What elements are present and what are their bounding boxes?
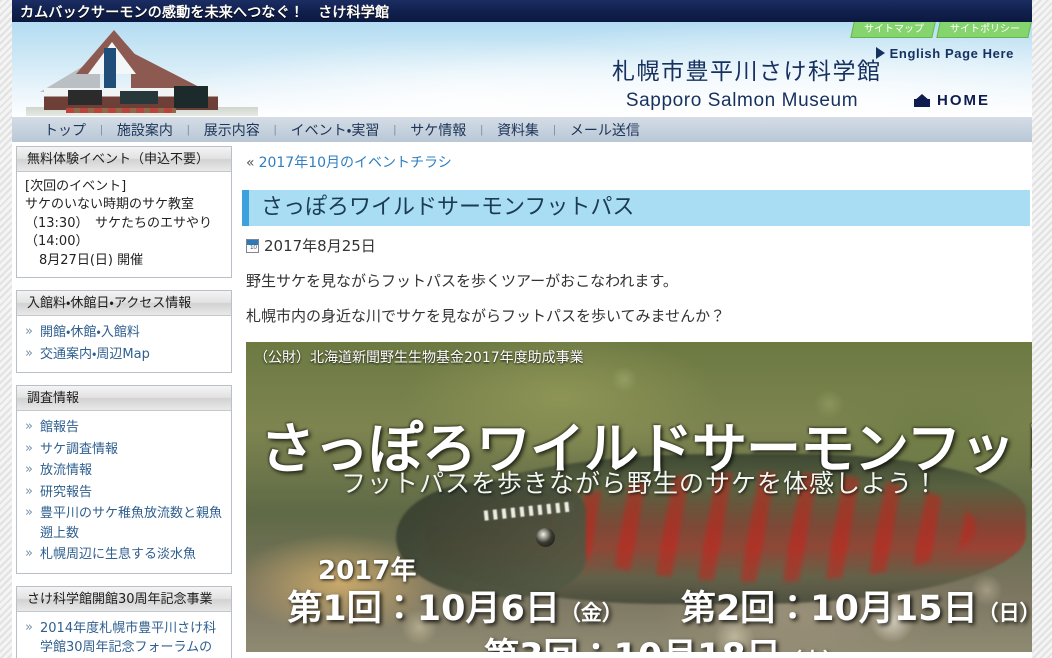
poster-session-2: 第2回：10月15日（日） [681,580,1032,631]
poster-session-3-dow: （水） [781,649,844,652]
poster-session-1-dow: （金） [559,601,623,625]
building-window-3 [174,86,208,108]
event-line: （13:30） サケたちのエサやり [25,215,212,231]
poster-session-1: 第1回：10月6日（金） [287,580,622,631]
english-page-link[interactable]: English Page Here [875,46,1014,61]
nav-item-exhibits[interactable]: 展示内容 [190,120,274,140]
sidebar-box-title: さけ科学館開館30周年記念事業 [17,586,231,612]
event-line: [次回のイベント] [25,179,127,194]
global-navigation: トップ | 施設案内 | 展示内容 | イベント・実習 | サケ情報 | 資料集… [12,116,1032,142]
nav-item-top[interactable]: トップ [30,120,100,140]
nav-item-mail[interactable]: メール送信 [556,120,654,140]
event-line: （14:00） [25,234,89,250]
poster-dates-row-1: 第1回：10月6日（金） 第2回：10月15日（日） [287,580,1032,631]
article-paragraph: 野生サケを見ながらフットパスを歩くツアーがおこなわれます。 [246,272,678,290]
breadcrumb[interactable]: «2017年10月のイベントチラシ [240,148,1032,172]
building-window-1 [68,90,102,105]
event-poster-image[interactable]: （公財）北海道新聞野生生物基金2017年度助成事業 さっぽろワイルドサーモンフッ… [246,342,1032,652]
page-body: 無料体験イベント（申込不要） [次回のイベント] サケのいない時期のサケ教室 （… [12,142,1032,658]
triangle-right-icon [875,47,885,59]
poster-session-3-label: 第3回：10月18日 [484,637,781,652]
chevron-left-icon: « [246,155,255,171]
sidebar-box-body: [次回のイベント] サケのいない時期のサケ教室 （13:30） サケたちのエサや… [17,172,231,277]
building-flowerbed [66,108,176,113]
sidebar-box-admission: 入館料・休館日・アクセス情報 開館・休館・入館料 交通案内・周辺Map [16,290,232,374]
sidebar-item-release-info[interactable]: 放流情報 [25,460,223,482]
salmon-eye [536,528,555,547]
poster-dates-row-2: 第3回：10月18日（水） [304,628,1024,652]
sidebar-item-access-map[interactable]: 交通案内・周辺Map [25,344,223,366]
sidebar-item-forum-2014[interactable]: 2014年度札幌市豊平川さけ科学館30周年記念フォーラムの実施 [25,618,223,658]
top-catchphrase-bar: カムバックサーモンの感動を未来へつなぐ！ さけ科学館 [12,0,1032,22]
site-title-en: Sapporo Salmon Museum [625,90,859,111]
sidebar-box-title: 入館料・休館日・アクセス情報 [17,291,231,317]
page-title: さっぽろワイルドサーモンフットパス [242,190,1030,226]
sidebar-box-title: 調査情報 [17,386,231,412]
catchphrase-text: カムバックサーモンの感動を未来へつなぐ！ さけ科学館 [20,4,390,20]
article-date-label: 2017年8月25日 [264,237,376,255]
building-window-2 [120,91,158,104]
article-date: 10 2017年8月25日 [246,235,1032,256]
sidebar-item-hours-fees[interactable]: 開館・休館・入館料 [25,322,223,344]
poster-session-2-label: 第2回：10月15日 [680,589,978,629]
sitemap-tab[interactable]: サイトマップ [850,22,936,38]
nav-item-facility[interactable]: 施設案内 [103,120,187,140]
poster-session-3: 第3回：10月18日（水） [484,628,844,652]
site-title-jp: 札幌市豊平川さけ科学館 [612,59,882,85]
sidebar-item-fry-release-counts[interactable]: 豊平川のサケ稚魚放流数と親魚遡上数 [25,503,223,544]
article-paragraph: 札幌市内の身近な川でサケを見ながらフットパスを歩いてみませんか？ [246,307,726,325]
english-page-label: English Page Here [889,46,1014,61]
main-content: «2017年10月のイベントチラシ さっぽろワイルドサーモンフットパス 10 20… [240,142,1032,652]
sidebar-box-body: 2014年度札幌市豊平川さけ科学館30周年記念フォーラムの実施 2014年度さけ… [17,612,231,658]
nav-item-salmon-info[interactable]: サケ情報 [396,120,480,140]
sidebar-box-body: 開館・休館・入館料 交通案内・周辺Map [17,316,231,372]
event-line: サケのいない時期のサケ教室 [25,197,195,213]
nav-item-events[interactable]: イベント・実習 [277,120,394,140]
museum-building-photo [26,28,258,116]
sidebar-box-free-event: 無料体験イベント（申込不要） [次回のイベント] サケのいない時期のサケ教室 （… [16,146,232,279]
poster-session-2-dow: （日） [977,601,1032,625]
breadcrumb-label: 2017年10月のイベントチラシ [258,155,452,171]
poster-session-1-label: 第1回：10月6日 [287,589,560,629]
nav-item-documents[interactable]: 資料集 [483,120,553,140]
sidebar-item-freshwater-fish[interactable]: 札幌周辺に生息する淡水魚 [25,544,223,566]
sidebar-box-title: 無料体験イベント（申込不要） [17,147,231,172]
poster-credit-text: （公財）北海道新聞野生生物基金2017年度助成事業 [254,350,584,366]
site-title-block: 札幌市豊平川さけ科学館 Sapporo Salmon Museum [612,52,882,112]
sidebar-item-salmon-survey[interactable]: サケ調査情報 [25,439,223,461]
home-link[interactable]: HOME [914,92,990,109]
sidebar-box-anniversary: さけ科学館開館30周年記念事業 2014年度札幌市豊平川さけ科学館30周年記念フ… [16,585,232,658]
sitepolicy-tab-label: サイトポリシー [950,24,1020,35]
page-container: カムバックサーモンの感動を未来へつなぐ！ さけ科学館 札幌市豊平川さけ科学館 S… [12,0,1032,658]
sidebar-item-museum-report[interactable]: 館報告 [25,417,223,439]
sidebar-box-research: 調査情報 館報告 サケ調査情報 放流情報 研究報告 豊平川のサケ稚魚放流数と親魚… [16,385,232,574]
site-header: 札幌市豊平川さけ科学館 Sapporo Salmon Museum サイトマップ… [12,22,1032,116]
event-line-date: 8月27日(日) 開催 [39,252,144,268]
calendar-icon: 10 [246,239,259,253]
sitemap-tab-label: サイトマップ [864,24,924,35]
calendar-icon-day: 10 [250,245,257,251]
poster-subtitle: フットパスを歩きながら野生のサケを体感しよう！ [340,469,939,498]
corner-tab-group: サイトマップ サイトポリシー [850,22,1032,38]
house-icon [914,94,930,107]
sidebar: 無料体験イベント（申込不要） [次回のイベント] サケのいない時期のサケ教室 （… [14,142,236,658]
sitepolicy-tab[interactable]: サイトポリシー [936,22,1032,38]
sidebar-box-body: 館報告 サケ調査情報 放流情報 研究報告 豊平川のサケ稚魚放流数と親魚遡上数 札… [17,411,231,573]
home-link-label: HOME [937,92,990,109]
sidebar-item-research-report[interactable]: 研究報告 [25,482,223,504]
